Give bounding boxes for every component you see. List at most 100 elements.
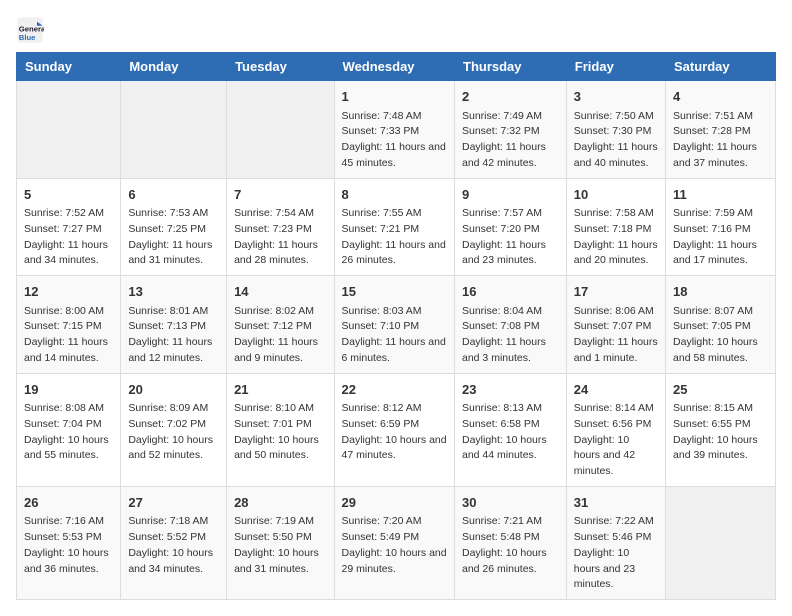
calendar-cell: 4Sunrise: 7:51 AM Sunset: 7:28 PM Daylig…: [666, 81, 776, 179]
calendar-cell: 16Sunrise: 8:04 AM Sunset: 7:08 PM Dayli…: [455, 276, 567, 374]
day-number: 13: [128, 282, 219, 302]
day-number: 29: [342, 493, 447, 513]
day-number: 28: [234, 493, 326, 513]
day-info: Sunrise: 7:22 AM Sunset: 5:46 PM Dayligh…: [574, 514, 658, 593]
calendar-cell: 3Sunrise: 7:50 AM Sunset: 7:30 PM Daylig…: [566, 81, 665, 179]
calendar-header: SundayMondayTuesdayWednesdayThursdayFrid…: [17, 53, 776, 81]
day-number: 18: [673, 282, 768, 302]
day-number: 1: [342, 87, 447, 107]
day-info: Sunrise: 8:10 AM Sunset: 7:01 PM Dayligh…: [234, 401, 326, 464]
day-number: 24: [574, 380, 658, 400]
day-number: 8: [342, 185, 447, 205]
day-number: 10: [574, 185, 658, 205]
calendar-cell: 2Sunrise: 7:49 AM Sunset: 7:32 PM Daylig…: [455, 81, 567, 179]
calendar-cell: 19Sunrise: 8:08 AM Sunset: 7:04 PM Dayli…: [17, 373, 121, 486]
day-info: Sunrise: 7:20 AM Sunset: 5:49 PM Dayligh…: [342, 514, 447, 577]
calendar-week-3: 19Sunrise: 8:08 AM Sunset: 7:04 PM Dayli…: [17, 373, 776, 486]
calendar-cell: [17, 81, 121, 179]
logo-icon: General Blue: [16, 16, 44, 44]
calendar-cell: [227, 81, 334, 179]
day-info: Sunrise: 7:50 AM Sunset: 7:30 PM Dayligh…: [574, 109, 658, 172]
day-number: 3: [574, 87, 658, 107]
calendar-cell: 1Sunrise: 7:48 AM Sunset: 7:33 PM Daylig…: [334, 81, 454, 179]
calendar-cell: 21Sunrise: 8:10 AM Sunset: 7:01 PM Dayli…: [227, 373, 334, 486]
calendar-cell: 24Sunrise: 8:14 AM Sunset: 6:56 PM Dayli…: [566, 373, 665, 486]
day-number: 26: [24, 493, 113, 513]
calendar-cell: 8Sunrise: 7:55 AM Sunset: 7:21 PM Daylig…: [334, 178, 454, 276]
day-number: 7: [234, 185, 326, 205]
calendar-cell: 10Sunrise: 7:58 AM Sunset: 7:18 PM Dayli…: [566, 178, 665, 276]
calendar-table: SundayMondayTuesdayWednesdayThursdayFrid…: [16, 52, 776, 600]
calendar-cell: 30Sunrise: 7:21 AM Sunset: 5:48 PM Dayli…: [455, 486, 567, 599]
calendar-cell: 31Sunrise: 7:22 AM Sunset: 5:46 PM Dayli…: [566, 486, 665, 599]
day-info: Sunrise: 8:14 AM Sunset: 6:56 PM Dayligh…: [574, 401, 658, 480]
calendar-week-1: 5Sunrise: 7:52 AM Sunset: 7:27 PM Daylig…: [17, 178, 776, 276]
calendar-cell: 20Sunrise: 8:09 AM Sunset: 7:02 PM Dayli…: [121, 373, 227, 486]
day-info: Sunrise: 8:08 AM Sunset: 7:04 PM Dayligh…: [24, 401, 113, 464]
day-number: 11: [673, 185, 768, 205]
calendar-cell: 22Sunrise: 8:12 AM Sunset: 6:59 PM Dayli…: [334, 373, 454, 486]
calendar-cell: [666, 486, 776, 599]
day-info: Sunrise: 7:21 AM Sunset: 5:48 PM Dayligh…: [462, 514, 559, 577]
header-row: SundayMondayTuesdayWednesdayThursdayFrid…: [17, 53, 776, 81]
calendar-cell: 5Sunrise: 7:52 AM Sunset: 7:27 PM Daylig…: [17, 178, 121, 276]
calendar-cell: 6Sunrise: 7:53 AM Sunset: 7:25 PM Daylig…: [121, 178, 227, 276]
calendar-week-0: 1Sunrise: 7:48 AM Sunset: 7:33 PM Daylig…: [17, 81, 776, 179]
calendar-body: 1Sunrise: 7:48 AM Sunset: 7:33 PM Daylig…: [17, 81, 776, 600]
day-info: Sunrise: 7:19 AM Sunset: 5:50 PM Dayligh…: [234, 514, 326, 577]
calendar-cell: [121, 81, 227, 179]
day-info: Sunrise: 7:54 AM Sunset: 7:23 PM Dayligh…: [234, 206, 326, 269]
day-number: 22: [342, 380, 447, 400]
calendar-cell: 17Sunrise: 8:06 AM Sunset: 7:07 PM Dayli…: [566, 276, 665, 374]
page-header: General Blue: [16, 16, 776, 44]
day-info: Sunrise: 8:00 AM Sunset: 7:15 PM Dayligh…: [24, 304, 113, 367]
calendar-cell: 11Sunrise: 7:59 AM Sunset: 7:16 PM Dayli…: [666, 178, 776, 276]
calendar-cell: 15Sunrise: 8:03 AM Sunset: 7:10 PM Dayli…: [334, 276, 454, 374]
header-thursday: Thursday: [455, 53, 567, 81]
day-info: Sunrise: 7:49 AM Sunset: 7:32 PM Dayligh…: [462, 109, 559, 172]
day-number: 12: [24, 282, 113, 302]
calendar-cell: 28Sunrise: 7:19 AM Sunset: 5:50 PM Dayli…: [227, 486, 334, 599]
day-number: 27: [128, 493, 219, 513]
calendar-cell: 25Sunrise: 8:15 AM Sunset: 6:55 PM Dayli…: [666, 373, 776, 486]
day-info: Sunrise: 8:07 AM Sunset: 7:05 PM Dayligh…: [673, 304, 768, 367]
header-friday: Friday: [566, 53, 665, 81]
calendar-week-2: 12Sunrise: 8:00 AM Sunset: 7:15 PM Dayli…: [17, 276, 776, 374]
svg-text:Blue: Blue: [19, 33, 36, 42]
header-wednesday: Wednesday: [334, 53, 454, 81]
calendar-cell: 9Sunrise: 7:57 AM Sunset: 7:20 PM Daylig…: [455, 178, 567, 276]
day-info: Sunrise: 8:01 AM Sunset: 7:13 PM Dayligh…: [128, 304, 219, 367]
header-monday: Monday: [121, 53, 227, 81]
header-saturday: Saturday: [666, 53, 776, 81]
day-number: 6: [128, 185, 219, 205]
calendar-cell: 18Sunrise: 8:07 AM Sunset: 7:05 PM Dayli…: [666, 276, 776, 374]
day-info: Sunrise: 7:58 AM Sunset: 7:18 PM Dayligh…: [574, 206, 658, 269]
day-number: 19: [24, 380, 113, 400]
day-number: 23: [462, 380, 559, 400]
day-number: 4: [673, 87, 768, 107]
day-number: 20: [128, 380, 219, 400]
calendar-cell: 26Sunrise: 7:16 AM Sunset: 5:53 PM Dayli…: [17, 486, 121, 599]
day-info: Sunrise: 8:15 AM Sunset: 6:55 PM Dayligh…: [673, 401, 768, 464]
logo: General Blue: [16, 16, 48, 44]
calendar-cell: 23Sunrise: 8:13 AM Sunset: 6:58 PM Dayli…: [455, 373, 567, 486]
day-info: Sunrise: 7:18 AM Sunset: 5:52 PM Dayligh…: [128, 514, 219, 577]
day-info: Sunrise: 8:09 AM Sunset: 7:02 PM Dayligh…: [128, 401, 219, 464]
day-number: 21: [234, 380, 326, 400]
calendar-cell: 12Sunrise: 8:00 AM Sunset: 7:15 PM Dayli…: [17, 276, 121, 374]
day-number: 17: [574, 282, 658, 302]
day-info: Sunrise: 7:53 AM Sunset: 7:25 PM Dayligh…: [128, 206, 219, 269]
day-info: Sunrise: 7:16 AM Sunset: 5:53 PM Dayligh…: [24, 514, 113, 577]
day-info: Sunrise: 8:04 AM Sunset: 7:08 PM Dayligh…: [462, 304, 559, 367]
day-info: Sunrise: 7:51 AM Sunset: 7:28 PM Dayligh…: [673, 109, 768, 172]
day-info: Sunrise: 7:57 AM Sunset: 7:20 PM Dayligh…: [462, 206, 559, 269]
day-info: Sunrise: 8:03 AM Sunset: 7:10 PM Dayligh…: [342, 304, 447, 367]
day-number: 14: [234, 282, 326, 302]
day-number: 5: [24, 185, 113, 205]
calendar-cell: 14Sunrise: 8:02 AM Sunset: 7:12 PM Dayli…: [227, 276, 334, 374]
day-info: Sunrise: 8:13 AM Sunset: 6:58 PM Dayligh…: [462, 401, 559, 464]
day-info: Sunrise: 7:48 AM Sunset: 7:33 PM Dayligh…: [342, 109, 447, 172]
day-number: 2: [462, 87, 559, 107]
calendar-cell: 29Sunrise: 7:20 AM Sunset: 5:49 PM Dayli…: [334, 486, 454, 599]
calendar-cell: 27Sunrise: 7:18 AM Sunset: 5:52 PM Dayli…: [121, 486, 227, 599]
